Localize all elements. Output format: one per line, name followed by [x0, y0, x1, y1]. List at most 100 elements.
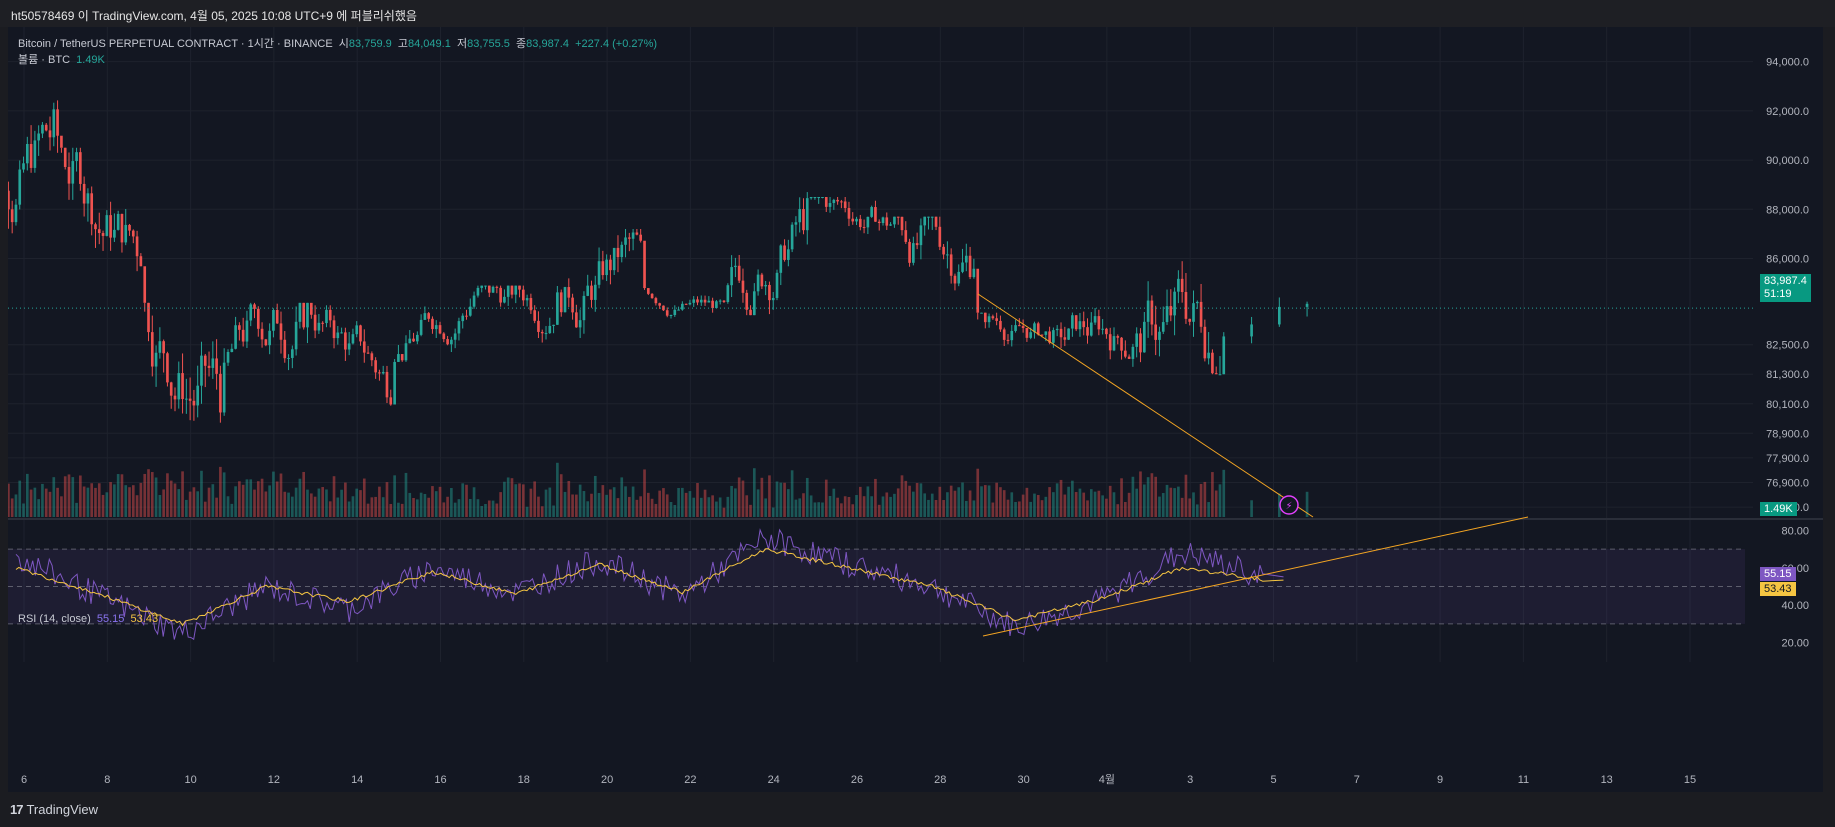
candle-body	[33, 140, 37, 168]
candle-body	[1071, 315, 1074, 329]
volume-bar	[582, 491, 586, 517]
volume-bar	[328, 501, 332, 517]
volume-bar	[677, 488, 680, 517]
candle-body	[434, 325, 438, 330]
time-tick-label: 4월	[1099, 773, 1115, 786]
rsi-tick-label: 40.00	[1781, 600, 1809, 612]
candle-body	[37, 133, 40, 141]
volume-bar	[669, 501, 673, 517]
candle-body	[1180, 278, 1184, 293]
candle-body	[457, 321, 461, 334]
candle-body	[923, 216, 927, 226]
candle-body	[97, 229, 101, 234]
volume-bar	[908, 485, 911, 517]
volume-bar	[1025, 487, 1029, 517]
chart-canvas[interactable]: 94,000.0 92,000.0 90,000.0 88,000.0 86,000.0…	[8, 27, 1823, 792]
candle-body	[408, 338, 412, 344]
volume-bar	[332, 476, 336, 517]
candle-body	[465, 315, 468, 317]
volume-bar	[1044, 496, 1048, 517]
candle-body	[306, 302, 309, 328]
candle-body	[1010, 330, 1014, 341]
volume-bar	[264, 491, 268, 517]
high-label: 고	[397, 38, 408, 50]
tradingview-logo[interactable]: 17 TradingView	[10, 802, 98, 817]
volume-bar	[718, 497, 722, 517]
volume-bar	[1195, 504, 1199, 517]
last-price-tag: 83,987.4 51:19	[1760, 274, 1811, 302]
candle-body	[741, 280, 745, 293]
volume-bar	[665, 494, 669, 517]
candle-body	[450, 339, 453, 345]
candle-body	[802, 209, 805, 231]
candle-body	[612, 247, 616, 271]
time-tick-label: 16	[434, 774, 446, 786]
volume-bar	[355, 488, 359, 517]
candle-body	[249, 304, 253, 321]
volume-bar	[688, 491, 692, 517]
candle-body	[900, 216, 904, 231]
volume-bar	[809, 495, 813, 517]
publish-info: ht50578469 이 TradingView.com, 4월 05, 202…	[11, 9, 417, 23]
candle-body	[192, 400, 196, 406]
volume-bar	[381, 497, 385, 517]
volume-bar	[105, 492, 109, 517]
volume-bar	[362, 478, 366, 517]
volume-bar	[374, 496, 377, 517]
time-tick-label: 7	[1354, 774, 1360, 786]
volume-bar	[147, 469, 150, 517]
volume-bar	[279, 473, 283, 517]
candle-body	[760, 274, 764, 287]
candle-body	[525, 298, 529, 301]
last-price-value: 83,987.4	[1764, 275, 1807, 287]
candle-body	[86, 193, 90, 204]
candle-body	[840, 201, 843, 203]
candle-body	[764, 284, 767, 287]
candle-body	[400, 354, 404, 361]
volume-bar	[340, 489, 343, 517]
time-tick-label: 5	[1270, 774, 1276, 786]
candle-body	[253, 304, 256, 309]
candle-body	[90, 193, 94, 225]
time-tick-label: 18	[518, 774, 530, 786]
candle-body	[718, 300, 722, 302]
volume-bar	[627, 496, 631, 517]
volume-bar	[434, 491, 438, 517]
volume-bar	[188, 491, 192, 517]
volume-bar	[930, 493, 934, 517]
candle-body	[44, 124, 48, 131]
candle-body	[442, 333, 446, 340]
volume-bar	[915, 482, 919, 517]
volume-bar	[317, 488, 321, 517]
volume-bar	[1173, 488, 1176, 517]
time-tick-label: 14	[351, 774, 363, 786]
candle-body	[397, 354, 400, 362]
candle-body	[707, 300, 711, 303]
volume-bar	[431, 486, 434, 517]
candle-body	[25, 143, 29, 164]
chart-area[interactable]: 94,000.0 92,000.0 90,000.0 88,000.0 86,000.0…	[8, 27, 1823, 792]
volume-bar	[1116, 504, 1120, 517]
candle-body	[703, 299, 707, 303]
candle-body	[885, 217, 889, 226]
candle-body	[832, 199, 836, 204]
volume-bar	[1029, 501, 1033, 517]
candle-body	[529, 298, 533, 311]
volume-bar	[658, 490, 661, 517]
candle-body	[930, 216, 934, 218]
candle-body	[150, 332, 154, 367]
candle-body	[238, 325, 241, 330]
volume-bar	[97, 483, 101, 517]
candle-body	[533, 310, 536, 321]
volume-bar	[544, 489, 548, 517]
candle-body	[726, 285, 730, 302]
volume-bar	[14, 494, 18, 517]
candle-body	[1093, 316, 1097, 323]
candle-body	[567, 287, 571, 298]
volume-bar	[325, 489, 328, 517]
candle-body	[340, 332, 343, 334]
volume-bar	[476, 499, 480, 517]
volume-bar	[1040, 500, 1044, 517]
rsi-ma-tag: 53.43	[1760, 582, 1796, 596]
volume-bar	[1139, 471, 1142, 517]
